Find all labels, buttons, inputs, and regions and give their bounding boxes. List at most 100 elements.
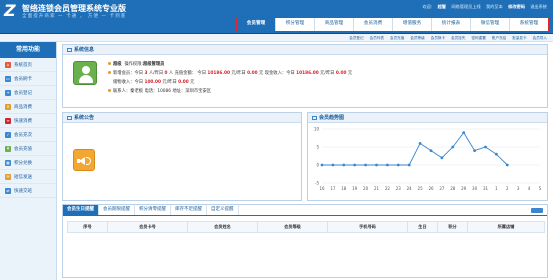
reminder-panel: 会员生日提醒 会员期限提醒 积分清零提醒 库存不足提醒 自定义提醒 序号 会员卡… — [62, 204, 548, 278]
subnav-freeze[interactable]: 账户冻结 — [492, 34, 506, 42]
nav-member-consumption[interactable]: 会员消费 — [354, 18, 393, 31]
logout-link[interactable]: 退出系统 — [530, 4, 547, 9]
money-icon: ¥ — [5, 145, 11, 152]
y-tick-label: 10 — [314, 127, 320, 132]
my-account-link[interactable]: 我的至本 — [486, 4, 503, 9]
tab-birthday-reminder[interactable]: 会员生日提醒 — [63, 205, 99, 215]
stats-line: 新增会员：今日 3 人/昨日 0 人 充值金额： 今日 10186.00 元/昨… — [108, 70, 352, 76]
y-tick-label: 0 — [316, 163, 319, 168]
stat-label: 新增会员：今日 — [113, 71, 144, 76]
role-label: 操作权限: — [124, 62, 143, 67]
x-tick-label: 30 — [472, 186, 478, 191]
stat-label: 元/昨日 — [162, 80, 177, 85]
subnav-change-card[interactable]: 会员换卡 — [431, 34, 445, 42]
sidebar-item-product-consume[interactable]: ✕ 商品消费 — [0, 100, 56, 114]
x-tick-label: 2 — [506, 186, 509, 191]
data-point — [484, 145, 487, 149]
tab-custom-reminder[interactable]: 自定义提醒 — [207, 205, 239, 215]
x-tick-label: 16 — [319, 186, 325, 191]
stat-value: 100.00 — [144, 80, 162, 85]
data-point — [495, 152, 498, 156]
subnav-register[interactable]: 会员登记 — [349, 34, 363, 42]
tab-expiry-reminder[interactable]: 会员期限提醒 — [99, 205, 135, 215]
sidebar-title: 常用功能 — [0, 42, 56, 58]
subnav-recharge[interactable]: 会员充值 — [390, 34, 404, 42]
nav-points-management[interactable]: 积分管理 — [276, 18, 315, 31]
data-point — [473, 149, 476, 152]
sidebar-item-register[interactable]: + 会员登记 — [0, 86, 56, 100]
bullet-icon — [108, 62, 111, 65]
gift-icon: ▦ — [5, 159, 11, 166]
series-line — [322, 131, 508, 166]
tab-points-clear-reminder[interactable]: 积分清零提醒 — [135, 205, 171, 215]
x-tick-label: 29 — [461, 186, 467, 191]
sidebar-item-recharge[interactable]: ¥ 会员充值 — [0, 142, 56, 156]
online-status: 网络管理员上线 — [451, 4, 481, 9]
main-nav: 会员管理 积分管理 商品管理 会员消费 增值服务 统计报表 微信管理 系统管理 — [236, 17, 549, 32]
card-icon: ▭ — [5, 75, 11, 82]
top-links: 欢迎: 超管 网络管理员上线 我的至本 修改密码 退出系统 — [418, 4, 547, 10]
sidebar-item-label: 快速交班 — [14, 188, 32, 194]
subnav-batch-card[interactable]: 批量发卡 — [512, 34, 526, 42]
reminder-table: 序号 会员卡号 会员姓名 会员等级 手机号码 生日 积分 所属店铺 — [67, 221, 545, 233]
nav-wechat[interactable]: 微信管理 — [471, 18, 510, 31]
sidebar-item-label: 会员充次 — [14, 132, 32, 138]
sidebar-item-quick-consume[interactable]: ≡ 快速消费 — [0, 114, 56, 128]
sidebar-item-label: 快速消费 — [14, 118, 32, 124]
stat-label: 人 充值金额： 今日 — [168, 71, 207, 76]
x-tick-label: 18 — [341, 186, 347, 191]
data-point — [386, 163, 389, 167]
storage-line: 储物收入：今日 100.00 元/昨日 0.00 元 — [108, 79, 194, 85]
data-point — [320, 163, 324, 167]
column-header: 手机号码 — [327, 221, 408, 233]
app-slogan: 全面提升商家 一 卡通 ， 方便 一 卡到底 — [22, 14, 127, 19]
system-info-panel: 系统信息 超级 操作权限:超级管理员 新增会员：今日 3 人/昨日 0 人 充值… — [62, 44, 548, 108]
nav-system[interactable]: 系统管理 — [510, 18, 548, 31]
avatar — [73, 61, 97, 85]
column-header: 会员姓名 — [187, 221, 258, 233]
sidebar-item-sms[interactable]: ✉ 短信发送 — [0, 170, 56, 184]
change-password-link[interactable]: 修改密码 — [508, 4, 525, 9]
x-tick-label: 19 — [352, 186, 358, 191]
nav-member-management[interactable]: 会员管理 — [237, 18, 276, 31]
x-tick-label: 28 — [450, 186, 456, 191]
sidebar-item-swipe-card[interactable]: ▭ 会员刷卡 — [0, 72, 56, 86]
stat-value: 10186.00 — [296, 71, 319, 76]
sub-nav: 会员登记 会员列表 会员充值 会员等级 会员换卡 会员挂失 密码重置 账户冻结 … — [343, 34, 547, 42]
nav-value-added[interactable]: 增值服务 — [393, 18, 432, 31]
tab-low-stock-reminder[interactable]: 库存不足提醒 — [171, 205, 207, 215]
sidebar-item-home[interactable]: ⌂ 系统首页 — [0, 58, 56, 72]
data-point — [451, 145, 455, 149]
sidebar-item-shift[interactable]: ⇄ 快速交班 — [0, 184, 56, 198]
x-tick-label: 1 — [495, 186, 498, 191]
subnav-import[interactable]: 会员导入 — [533, 34, 547, 42]
subnav-list[interactable]: 会员列表 — [370, 34, 384, 42]
subnav-reset-password[interactable]: 密码重置 — [472, 34, 486, 42]
stat-value: 0.00 — [247, 71, 258, 76]
column-header: 会员卡号 — [107, 221, 188, 233]
stat-label: 元/昨日 — [231, 71, 246, 76]
column-header: 所属店铺 — [467, 221, 545, 233]
panel-header: 系统信息 — [63, 45, 547, 55]
subnav-report-loss[interactable]: 会员挂失 — [451, 34, 465, 42]
nav-reports[interactable]: 统计报表 — [432, 18, 471, 31]
data-point — [429, 149, 433, 152]
sidebar: 常用功能 ⌂ 系统首页 ▭ 会员刷卡 + 会员登记 ✕ 商品消费 ≡ 快速消费 ✓ 会员充次… — [0, 42, 57, 280]
panel-header: 会员趋势图 — [308, 113, 547, 123]
data-point — [353, 163, 357, 167]
stat-label: 元 — [190, 80, 195, 85]
subnav-level[interactable]: 会员等级 — [410, 34, 424, 42]
data-point — [505, 163, 509, 167]
data-point — [396, 163, 400, 167]
speaker-icon — [73, 149, 95, 171]
welcome-label: 欢迎: — [422, 4, 433, 9]
nav-product-management[interactable]: 商品管理 — [315, 18, 354, 31]
sidebar-item-points-exchange[interactable]: ▦ 积分兑换 — [0, 156, 56, 170]
data-point — [462, 131, 466, 134]
x-tick-label: 20 — [363, 186, 369, 191]
more-button[interactable] — [531, 208, 543, 213]
sidebar-item-recharge-times[interactable]: ✓ 会员充次 — [0, 128, 56, 142]
app-window: Z 智络连锁会员管理系统专业版 全面提升商家 一 卡通 ， 方便 一 卡到底 欢… — [0, 0, 553, 280]
system-notice-panel: 系统公告 — [62, 112, 302, 201]
x-tick-label: 4 — [528, 186, 531, 191]
